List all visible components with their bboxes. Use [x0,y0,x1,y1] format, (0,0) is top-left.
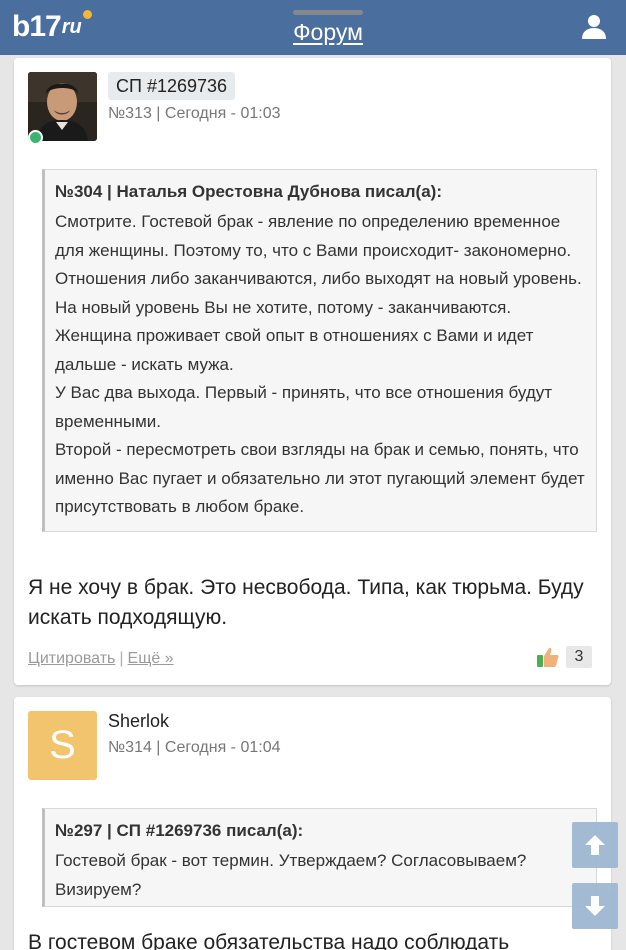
more-link[interactable]: Ещё » [128,650,174,667]
arrow-down-icon [585,896,605,916]
arrow-up-icon [585,835,605,855]
thumbs-up-icon[interactable] [536,646,560,668]
post-text: Я не хочу в брак. Это несвобода. Типа, к… [28,576,584,629]
quote-header: №304 | Наталья Орестовна Дубнова писал(а… [55,182,442,201]
author-name[interactable]: Sherlok [108,711,169,732]
quote-block: №304 | Наталья Орестовна Дубнова писал(а… [42,169,597,532]
quote-paragraph: Смотрите. Гостевой брак - явление по опр… [55,212,582,374]
post-card: СП #1269736 №313 | Сегодня - 01:03 №304 … [14,58,611,685]
scroll-up-button[interactable] [572,822,618,868]
user-icon[interactable] [580,12,608,40]
quote-paragraph: Гостевой брак - вот термин. Утверждаем? … [55,851,527,899]
post-meta: №313 | Сегодня - 01:03 [108,105,281,122]
quote-paragraph: У Вас два выхода. Первый - принять, что … [55,383,553,431]
online-status-dot [28,130,43,145]
page-title[interactable]: Форум [293,19,363,45]
post-actions: Цитировать | Ещё » [28,650,174,668]
avatar[interactable]: S [28,711,97,780]
quote-link[interactable]: Цитировать [28,650,115,667]
site-logo[interactable]: b17 ru [12,10,92,44]
post-meta: №314 | Сегодня - 01:04 [108,739,281,756]
quote-header: №297 | СП #1269736 писал(а): [55,821,304,840]
forum-nav[interactable]: Форум [278,10,378,47]
post-card: S Sherlok №314 | Сегодня - 01:04 №297 | … [14,697,611,950]
like-count: 3 [566,646,592,668]
action-separator: | [119,650,124,667]
like-control[interactable]: 3 [536,646,592,668]
scroll-down-button[interactable] [572,883,618,929]
quote-paragraph: Второй - пересмотреть свои взгляды на бр… [55,440,585,516]
logo-text: b17 [12,10,62,43]
author-name[interactable]: СП #1269736 [108,72,236,100]
logo-suffix: ru [61,16,82,38]
nav-handle [293,10,363,15]
quote-block: №297 | СП #1269736 писал(а): Гостевой бр… [42,808,597,907]
quote-body: Смотрите. Гостевой брак - явление по опр… [55,208,586,522]
post-text: В гостевом браке обязательства надо собл… [28,931,510,950]
logo-dot [82,10,92,19]
top-bar: b17 ru Форум [0,0,626,55]
quote-body: Гостевой брак - вот термин. Утверждаем? … [55,847,586,904]
